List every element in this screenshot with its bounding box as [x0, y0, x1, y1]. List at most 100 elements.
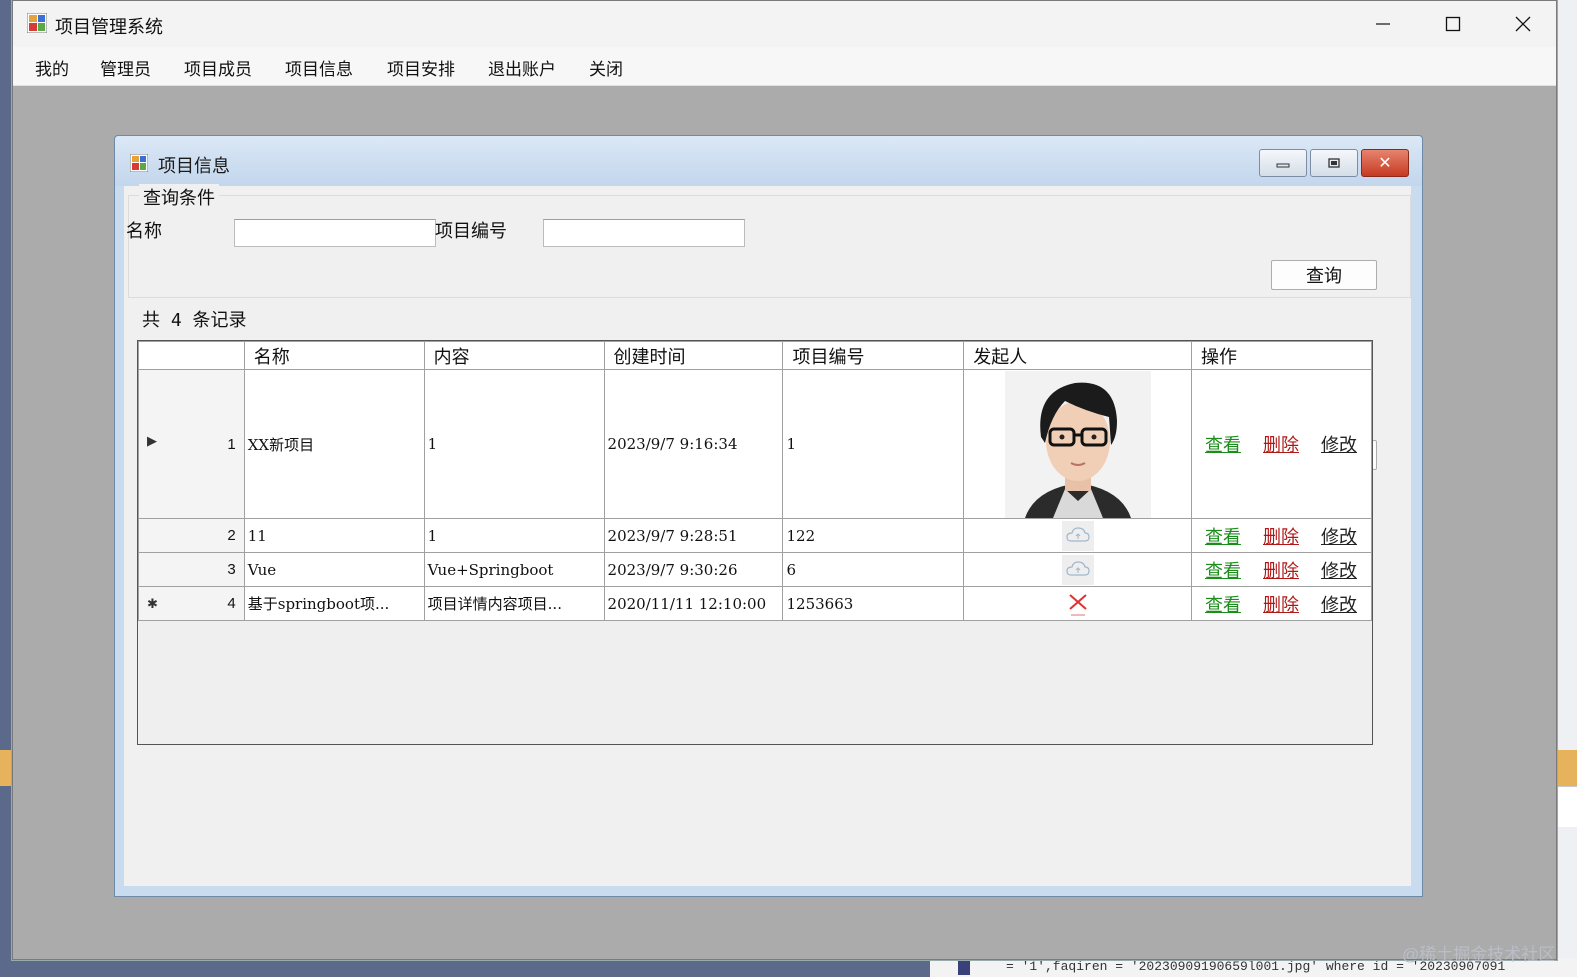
maximize-icon — [1445, 16, 1461, 32]
cell-code[interactable]: 1 — [782, 369, 965, 519]
edit-link[interactable]: 修改 — [1321, 523, 1357, 549]
close-button[interactable] — [1488, 1, 1558, 47]
minimize-icon — [1276, 163, 1290, 168]
cell-initiator[interactable] — [963, 586, 1192, 621]
menu-project-info[interactable]: 项目信息 — [285, 55, 353, 80]
child-title-bar: 项目信息 ✕ — [115, 136, 1422, 186]
cell-initiator[interactable] — [963, 369, 1192, 519]
maximize-button[interactable] — [1418, 1, 1488, 47]
child-close-button[interactable]: ✕ — [1361, 149, 1409, 177]
cell-initiator[interactable] — [963, 552, 1192, 587]
delete-link[interactable]: 删除 — [1263, 591, 1299, 617]
close-icon: ✕ — [1378, 155, 1392, 172]
edit-link[interactable]: 修改 — [1321, 431, 1357, 457]
main-window: 项目管理系统 我的 管理员 项目成员 项目信息 项目安排 退出账户 关闭 项目信… — [12, 0, 1557, 960]
row-header[interactable]: ▶ 1 — [138, 369, 245, 519]
search-group-title: 查询条件 — [139, 184, 219, 210]
watermark: @稀土掘金技术社区 — [1402, 945, 1556, 964]
close-icon — [1515, 16, 1531, 32]
cell-created[interactable]: 2020/11/11 12:10:00 — [603, 586, 784, 621]
cell-actions: 查看 删除 修改 — [1190, 369, 1373, 519]
menu-project-members[interactable]: 项目成员 — [184, 55, 252, 80]
child-client-area: 查询条件 名称 项目编号 查询 共 4 条记录 新增 名称 — [124, 184, 1411, 886]
name-input[interactable] — [234, 219, 436, 247]
cell-content[interactable]: 1 — [423, 369, 605, 519]
cloud-icon — [1061, 520, 1094, 551]
cell-created[interactable]: 2023/9/7 9:30:26 — [603, 552, 784, 587]
child-window-icon — [130, 154, 148, 172]
view-link[interactable]: 查看 — [1205, 591, 1241, 617]
edit-link[interactable]: 修改 — [1321, 557, 1357, 583]
table-row[interactable]: 3 Vue Vue+Springboot 2023/9/7 9:30:26 6 — [138, 552, 1373, 587]
cell-initiator[interactable] — [963, 518, 1192, 553]
record-count: 共 4 条记录 — [142, 310, 247, 331]
app-title: 项目管理系统 — [55, 17, 163, 37]
project-code-input[interactable] — [543, 219, 745, 247]
minimize-button[interactable] — [1348, 1, 1418, 47]
grid-table: 名称 内容 创建时间 项目编号 发起人 操作 ▶ 1 XX新项目 1 2023/… — [138, 341, 1373, 621]
view-link[interactable]: 查看 — [1205, 523, 1241, 549]
search-group: 查询条件 名称 项目编号 查询 — [126, 184, 1411, 298]
cell-actions: 查看 删除 修改 — [1190, 552, 1373, 587]
child-minimize-button[interactable] — [1259, 149, 1307, 177]
cell-name[interactable]: 11 — [243, 518, 425, 553]
cell-content[interactable]: Vue+Springboot — [423, 552, 605, 587]
cell-actions: 查看 删除 修改 — [1190, 586, 1373, 621]
table-row[interactable]: 2 11 1 2023/9/7 9:28:51 122 查看 删除 修改 — [138, 518, 1373, 553]
view-link[interactable]: 查看 — [1205, 431, 1241, 457]
project-code-label: 项目编号 — [435, 221, 507, 241]
cell-content[interactable]: 项目详情内容项目... — [423, 586, 605, 621]
menu-bar: 我的 管理员 项目成员 项目信息 项目安排 退出账户 关闭 — [13, 47, 1556, 86]
cell-content[interactable]: 1 — [423, 518, 605, 553]
column-header-actions[interactable]: 操作 — [1190, 341, 1373, 370]
background-window-stripe — [0, 750, 12, 786]
cell-name[interactable]: XX新项目 — [243, 369, 425, 519]
cell-code[interactable]: 122 — [782, 518, 965, 553]
table-row[interactable]: ▶ 1 XX新项目 1 2023/9/7 9:16:34 1 查看 删除 修改 — [138, 369, 1373, 519]
name-label: 名称 — [126, 221, 162, 241]
restore-icon — [1328, 158, 1340, 168]
view-link[interactable]: 查看 — [1205, 557, 1241, 583]
menu-close[interactable]: 关闭 — [589, 55, 623, 80]
delete-link[interactable]: 删除 — [1263, 523, 1299, 549]
current-row-arrow-icon: ▶ — [147, 433, 157, 448]
row-header[interactable]: 2 — [138, 518, 245, 553]
column-header-created[interactable]: 创建时间 — [603, 341, 784, 370]
cell-name[interactable]: 基于springboot项... — [243, 586, 425, 621]
menu-admin[interactable]: 管理员 — [100, 55, 151, 80]
cell-created[interactable]: 2023/9/7 9:28:51 — [603, 518, 784, 553]
table-row[interactable]: ✱ 4 基于springboot项... 项目详情内容项目... 2020/11… — [138, 586, 1373, 621]
column-header-name[interactable]: 名称 — [243, 341, 425, 370]
avatar-image — [1004, 370, 1151, 518]
minimize-icon — [1376, 23, 1390, 25]
row-index: 4 — [227, 595, 236, 612]
row-index: 2 — [227, 527, 236, 544]
cell-name[interactable]: Vue — [243, 552, 425, 587]
app-icon — [27, 13, 47, 33]
delete-link[interactable]: 删除 — [1263, 431, 1299, 457]
row-index: 3 — [227, 561, 236, 578]
query-button[interactable]: 查询 — [1271, 260, 1377, 290]
cloud-icon — [1061, 554, 1094, 585]
edit-link[interactable]: 修改 — [1321, 591, 1357, 617]
row-header[interactable]: 3 — [138, 552, 245, 587]
row-header-corner — [138, 341, 245, 370]
menu-logout[interactable]: 退出账户 — [488, 55, 556, 80]
delete-link[interactable]: 删除 — [1263, 557, 1299, 583]
broken-image-icon — [1068, 593, 1087, 615]
grid-header-row: 名称 内容 创建时间 项目编号 发起人 操作 — [138, 341, 1373, 370]
new-row-star-icon: ✱ — [147, 596, 158, 611]
column-header-code[interactable]: 项目编号 — [782, 341, 965, 370]
project-grid: 名称 内容 创建时间 项目编号 发起人 操作 ▶ 1 XX新项目 1 2023/… — [137, 340, 1373, 745]
cell-created[interactable]: 2023/9/7 9:16:34 — [603, 369, 784, 519]
row-header[interactable]: ✱ 4 — [138, 586, 245, 621]
cell-code[interactable]: 6 — [782, 552, 965, 587]
cell-actions: 查看 删除 修改 — [1190, 518, 1373, 553]
column-header-content[interactable]: 内容 — [423, 341, 605, 370]
menu-mine[interactable]: 我的 — [35, 55, 69, 80]
background-window — [1555, 0, 1577, 977]
menu-project-schedule[interactable]: 项目安排 — [387, 55, 455, 80]
column-header-initiator[interactable]: 发起人 — [963, 341, 1192, 370]
cell-code[interactable]: 1253663 — [782, 586, 965, 621]
child-restore-button[interactable] — [1310, 149, 1358, 177]
